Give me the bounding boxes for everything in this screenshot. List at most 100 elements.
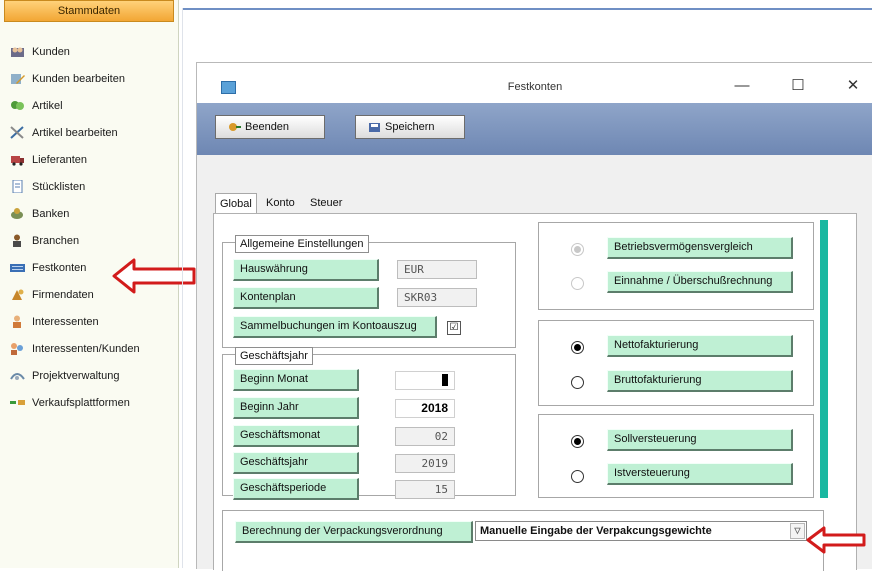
accrual-taxation-button[interactable]: Sollversteuerung (607, 429, 793, 451)
chart-of-accounts-button[interactable]: Kontenplan (233, 287, 379, 309)
sidebar-item-stuecklisten[interactable]: Stücklisten (0, 173, 178, 200)
sidebar-item-interessenten-kunden[interactable]: Interessenten/Kunden (0, 335, 178, 362)
text-cursor (442, 374, 448, 386)
collective-postings-checkbox[interactable]: ☑ (447, 321, 461, 335)
document-icon (10, 179, 25, 194)
bank-icon (10, 207, 25, 220)
fiscal-period-field[interactable]: 15 (395, 480, 455, 499)
tab-page-global: Allgemeine Einstellungen Hauswährung EUR… (213, 213, 857, 571)
company-icon (10, 288, 25, 301)
maximize-button[interactable]: ☐ (787, 75, 809, 97)
tab-steuer[interactable]: Steuer (306, 193, 346, 213)
net-invoicing-button[interactable]: Nettofakturierung (607, 335, 793, 357)
invoicing-group: Nettofakturierung Bruttofakturierung (538, 320, 814, 406)
balance-comparison-radio (571, 243, 584, 256)
accent-scrollbar[interactable] (820, 220, 828, 498)
sidebar-item-label: Festkonten (32, 261, 87, 274)
collective-postings-button[interactable]: Sammelbuchungen im Kontoauszug (233, 316, 437, 338)
title-bar[interactable]: Festkonten — ☐ ✕ (197, 63, 872, 103)
quit-button[interactable]: Beenden (215, 115, 325, 139)
chart-of-accounts-field[interactable]: SKR03 (397, 288, 477, 307)
start-year-button[interactable]: Beginn Jahr (233, 397, 359, 419)
fiscal-year-group: Geschäftsjahr Beginn Monat Beginn Jahr 2… (222, 347, 516, 500)
fiscal-month-field[interactable]: 02 (395, 427, 455, 446)
fiscal-month-button[interactable]: Geschäftsmonat (233, 425, 359, 447)
truck-icon (10, 153, 25, 166)
cash-taxation-radio[interactable] (571, 470, 584, 483)
sidebar-item-label: Projektverwaltung (32, 369, 120, 382)
sidebar-item-label: Verkaufsplattformen (32, 396, 130, 409)
sidebar-item-label: Kunden bearbeiten (32, 72, 125, 85)
sidebar-item-label: Interessenten/Kunden (32, 342, 140, 355)
general-settings-group: Allgemeine Einstellungen Hauswährung EUR… (222, 235, 516, 348)
fiscal-year-field[interactable]: 2019 (395, 454, 455, 473)
fiscal-year-legend: Geschäftsjahr (235, 347, 313, 365)
fiscal-year-button[interactable]: Geschäftsjahr (233, 452, 359, 474)
customers-icon (10, 45, 25, 58)
sidebar-item-lieferanten[interactable]: Lieferanten (0, 146, 178, 173)
tab-konto[interactable]: Konto (262, 193, 299, 213)
currency-field[interactable]: EUR (397, 260, 477, 279)
tab-global[interactable]: Global (215, 193, 257, 215)
prospect-icon (10, 315, 25, 328)
packaging-method-select[interactable]: Manuelle Eingabe der Verpakcungsgewichte… (475, 521, 807, 541)
festkonten-window: Festkonten — ☐ ✕ Beenden Speichern Globa… (196, 62, 872, 571)
articles-icon (10, 99, 25, 112)
keyboard-icon (10, 261, 25, 274)
cash-taxation-button[interactable]: Istversteuerung (607, 463, 793, 485)
sidebar-item-label: Artikel (32, 99, 63, 112)
sidebar-header[interactable]: Stammdaten (4, 0, 174, 22)
sidebar-item-artikel[interactable]: Artikel (0, 92, 178, 119)
balance-comparison-button[interactable]: Betriebsvermögensvergleich (607, 237, 793, 259)
save-icon (368, 122, 381, 133)
exit-icon (228, 122, 241, 133)
fiscal-period-button[interactable]: Geschäftsperiode (233, 478, 359, 500)
annotation-arrow-left (112, 258, 196, 294)
taxation-group: Sollversteuerung Istversteuerung (538, 414, 814, 498)
sidebar-item-label: Interessenten (32, 315, 99, 328)
save-button[interactable]: Speichern (355, 115, 465, 139)
sidebar-item-kunden-bearbeiten[interactable]: Kunden bearbeiten (0, 65, 178, 92)
start-month-button[interactable]: Beginn Monat (233, 369, 359, 391)
sidebar-item-label: Banken (32, 207, 70, 220)
close-button[interactable]: ✕ (842, 75, 864, 97)
save-button-label: Speichern (385, 121, 435, 133)
currency-button[interactable]: Hauswährung (233, 259, 379, 281)
sidebar-item-interessenten[interactable]: Interessenten (0, 308, 178, 335)
accrual-taxation-radio[interactable] (571, 435, 584, 448)
sidebar-item-verkaufsplattformen[interactable]: Verkaufsplattformen (0, 389, 178, 416)
sidebar-item-kunden[interactable]: Kunden (0, 38, 178, 65)
prospects-customers-icon (10, 342, 25, 355)
sidebar-item-branchen[interactable]: Branchen (0, 227, 178, 254)
sidebar-item-projektverwaltung[interactable]: Projektverwaltung (0, 362, 178, 389)
sidebar-item-label: Artikel bearbeiten (32, 126, 118, 139)
sidebar-nav: Kunden Kunden bearbeiten Artikel Artikel… (0, 38, 178, 416)
frame-left-line (182, 8, 183, 568)
chevron-down-icon[interactable]: ▽ (790, 523, 805, 539)
start-month-field[interactable] (395, 371, 455, 390)
packaging-calc-button[interactable]: Berechnung der Verpackungsverordnung (235, 521, 473, 543)
project-icon (10, 369, 25, 382)
person-icon (10, 234, 25, 247)
sidebar-item-label: Firmendaten (32, 288, 94, 301)
gross-invoicing-button[interactable]: Bruttofakturierung (607, 370, 793, 392)
gross-invoicing-radio[interactable] (571, 376, 584, 389)
tools-icon (10, 126, 25, 139)
edit-customers-icon (10, 72, 25, 85)
window-title: Festkonten (507, 81, 563, 93)
sidebar-item-label: Branchen (32, 234, 80, 247)
profit-method-group: Betriebsvermögensvergleich Einnahme / Üb… (538, 222, 814, 310)
minimize-button[interactable]: — (731, 75, 753, 97)
annotation-arrow-dropdown (806, 526, 866, 554)
sidebar-item-label: Lieferanten (32, 153, 88, 166)
net-invoicing-radio[interactable] (571, 341, 584, 354)
sidebar-item-artikel-bearbeiten[interactable]: Artikel bearbeiten (0, 119, 178, 146)
sidebar-item-label: Kunden (32, 45, 70, 58)
start-year-field[interactable]: 2018 (395, 399, 455, 418)
sidebar-item-banken[interactable]: Banken (0, 200, 178, 227)
general-settings-legend: Allgemeine Einstellungen (235, 235, 369, 253)
cash-accounting-button[interactable]: Einnahme / Überschußrechnung (607, 271, 793, 293)
marketplace-icon (10, 396, 25, 409)
toolbar: Beenden Speichern (197, 103, 872, 155)
packaging-group: Berechnung der Verpackungsverordnung Man… (222, 510, 824, 571)
